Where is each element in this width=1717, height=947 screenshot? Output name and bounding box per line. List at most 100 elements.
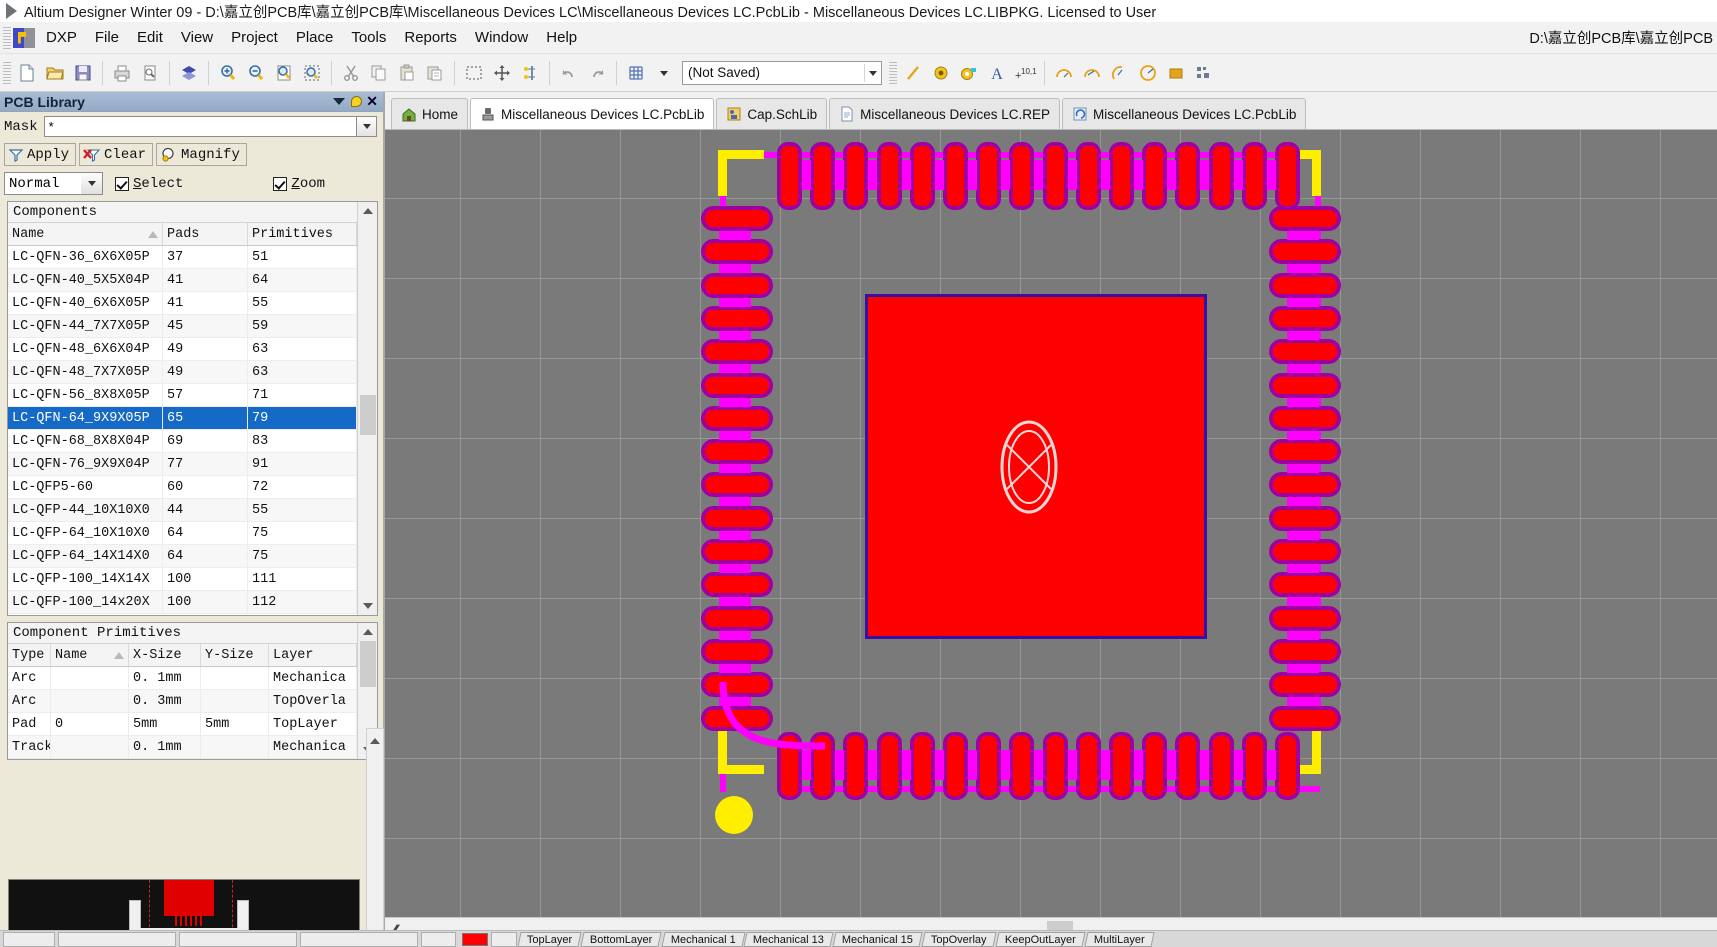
panel-outer-scrollbar[interactable] [366, 728, 384, 938]
save-icon[interactable] [69, 59, 97, 87]
new-document-icon[interactable] [13, 59, 41, 87]
place-line-icon[interactable] [899, 59, 927, 87]
zoom-area-icon[interactable] [298, 59, 326, 87]
primitives-scroll-thumb[interactable] [359, 641, 376, 687]
table-row[interactable]: LC-QFN-76_9X9X04P 77 91 [8, 453, 357, 476]
close-icon[interactable]: ✕ [366, 94, 378, 108]
column-header-layer[interactable]: Layer [269, 644, 357, 666]
zoom-out-icon[interactable] [242, 59, 270, 87]
print-preview-icon[interactable] [136, 59, 164, 87]
column-header-pads[interactable]: Pads [163, 223, 248, 245]
menu-project[interactable]: Project [222, 26, 287, 49]
column-header-type[interactable]: Type [8, 644, 51, 666]
paste-special-icon[interactable] [421, 59, 449, 87]
menu-tools[interactable]: Tools [342, 26, 395, 49]
menu-edit[interactable]: Edit [128, 26, 172, 49]
toolbar-grip[interactable] [3, 61, 11, 84]
column-header-name[interactable]: Name [8, 223, 163, 245]
pcb-canvas[interactable]: 38% 57°C [385, 130, 1717, 917]
table-row[interactable]: LC-QFN-68_8X8X04P 69 83 [8, 430, 357, 453]
primitives-scroll-track[interactable] [358, 641, 377, 741]
place-arc-any-icon[interactable] [1106, 59, 1134, 87]
column-header-primitives[interactable]: Primitives [248, 223, 357, 245]
table-row[interactable]: Track 0. 1mm Mechanica [8, 736, 357, 759]
tab-home[interactable]: Home [391, 98, 469, 129]
components-scroll-thumb[interactable] [359, 395, 376, 435]
pin-icon[interactable] [349, 95, 363, 108]
undo-icon[interactable] [555, 59, 583, 87]
scroll-up-button[interactable] [358, 202, 377, 220]
table-row[interactable]: Pad 0 5mm 5mm TopLayer [8, 713, 357, 736]
save-state-combo[interactable]: (Not Saved) [682, 60, 882, 85]
menu-grip[interactable] [3, 26, 11, 49]
apply-button[interactable]: Apply [4, 143, 77, 166]
table-row[interactable]: LC-QFN-56_8X8X05P 57 71 [8, 384, 357, 407]
place-coordinate-icon[interactable]: +10,10 [1011, 59, 1039, 87]
align-icon[interactable] [516, 59, 544, 87]
grid-dropdown-icon[interactable] [650, 59, 678, 87]
place-arc-edge-icon[interactable] [1078, 59, 1106, 87]
scroll-down-button[interactable] [358, 597, 377, 615]
layer-tab[interactable]: TopOverlay [921, 931, 997, 947]
menu-help[interactable]: Help [537, 26, 586, 49]
cut-icon[interactable] [337, 59, 365, 87]
table-row[interactable]: LC-QFN-64_9X9X05P 65 79 [8, 407, 357, 430]
scroll-up-button[interactable] [358, 623, 377, 641]
mask-dropdown-icon[interactable] [357, 116, 377, 137]
components-scrollbar[interactable] [357, 202, 377, 615]
chevron-down-icon[interactable] [333, 98, 346, 105]
paste-icon[interactable] [393, 59, 421, 87]
tab-pcblib-secondary[interactable]: Miscellaneous Devices LC.PcbLib [1061, 98, 1307, 129]
place-full-circle-icon[interactable] [1134, 59, 1162, 87]
menu-dxp[interactable]: DXP [37, 26, 86, 49]
table-row[interactable]: LC-QFP-44_10X10X0 44 55 [8, 499, 357, 522]
place-fill-icon[interactable] [1162, 59, 1190, 87]
place-via-icon[interactable] [955, 59, 983, 87]
place-text-icon[interactable]: A [983, 59, 1011, 87]
move-icon[interactable] [488, 59, 516, 87]
mode-select[interactable]: Normal [4, 172, 82, 195]
select-checkbox[interactable]: Select [115, 176, 183, 192]
tab-report[interactable]: Miscellaneous Devices LC.REP [829, 98, 1060, 129]
table-row[interactable]: LC-QFP-64_10X10X0 64 75 [8, 522, 357, 545]
zoom-checkbox[interactable]: Zoom [273, 176, 325, 192]
menu-place[interactable]: Place [287, 26, 343, 49]
place-arc-center-icon[interactable] [1050, 59, 1078, 87]
layers-icon[interactable] [175, 59, 203, 87]
magnify-button[interactable]: Magnify [156, 143, 247, 166]
table-row[interactable]: LC-QFP-64_14X14X0 64 75 [8, 545, 357, 568]
layer-tab[interactable]: Mechanical 13 [743, 931, 835, 947]
layer-tab[interactable]: KeepOutLayer [995, 931, 1086, 947]
menu-reports[interactable]: Reports [395, 26, 466, 49]
place-toolbar-grip[interactable] [889, 61, 897, 84]
zoom-document-icon[interactable] [270, 59, 298, 87]
table-row[interactable]: LC-QFP5-60 60 72 [8, 476, 357, 499]
place-polygon-icon[interactable] [1190, 59, 1218, 87]
layer-tab[interactable]: MultiLayer [1084, 931, 1155, 947]
table-row[interactable]: LC-QFN-40_5X5X04P 41 64 [8, 269, 357, 292]
table-row[interactable]: Arc 0. 3mm TopOverla [8, 690, 357, 713]
column-header-xsize[interactable]: X-Size [129, 644, 201, 666]
menu-window[interactable]: Window [466, 26, 537, 49]
zoom-checkbox-box[interactable] [273, 176, 288, 191]
zoom-in-icon[interactable] [214, 59, 242, 87]
select-checkbox-box[interactable] [115, 176, 129, 191]
clear-button[interactable]: Clear [79, 143, 154, 166]
open-folder-icon[interactable] [41, 59, 69, 87]
table-row[interactable]: LC-QFN-36_6X6X05P 37 51 [8, 246, 357, 269]
table-row[interactable]: LC-QFN-40_6X6X05P 41 55 [8, 292, 357, 315]
table-row[interactable]: LC-QFP-100_14X14X 100 111 [8, 568, 357, 591]
table-row[interactable]: Arc 0. 1mm Mechanica [8, 667, 357, 690]
grid-icon[interactable] [622, 59, 650, 87]
table-row[interactable]: LC-QFN-48_6X6X04P 49 63 [8, 338, 357, 361]
active-layer-color-swatch[interactable] [462, 932, 488, 946]
layer-tab[interactable]: BottomLayer [580, 931, 663, 947]
select-area-icon[interactable] [460, 59, 488, 87]
place-pad-icon[interactable] [927, 59, 955, 87]
table-row[interactable]: LC-QFN-44_7X7X05P 45 59 [8, 315, 357, 338]
column-header-primitive-name[interactable]: Name [51, 644, 129, 666]
menu-file[interactable]: File [86, 26, 128, 49]
menu-view[interactable]: View [172, 26, 222, 49]
layer-tab[interactable]: Mechanical 1 [661, 931, 746, 947]
layer-tab[interactable]: TopLayer [517, 931, 582, 947]
